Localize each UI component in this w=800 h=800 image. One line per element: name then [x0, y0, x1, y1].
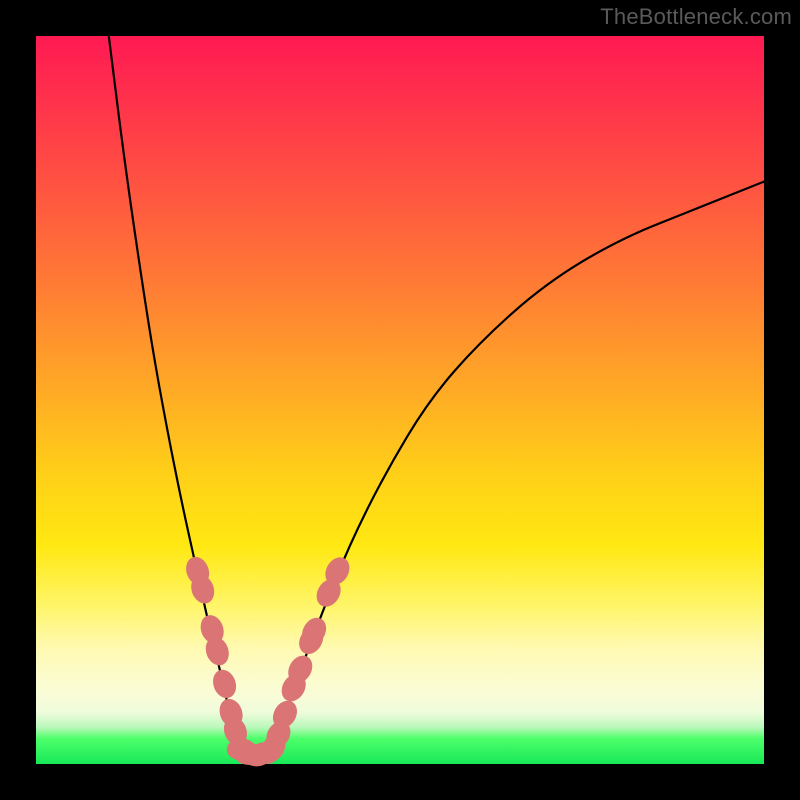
data-markers	[182, 553, 354, 766]
data-marker	[209, 666, 240, 701]
curve-right-branch	[273, 182, 764, 750]
figure-frame: TheBottleneck.com	[0, 0, 800, 800]
curve-layer	[36, 36, 764, 764]
plot-area	[36, 36, 764, 764]
watermark-label: TheBottleneck.com	[600, 4, 792, 30]
